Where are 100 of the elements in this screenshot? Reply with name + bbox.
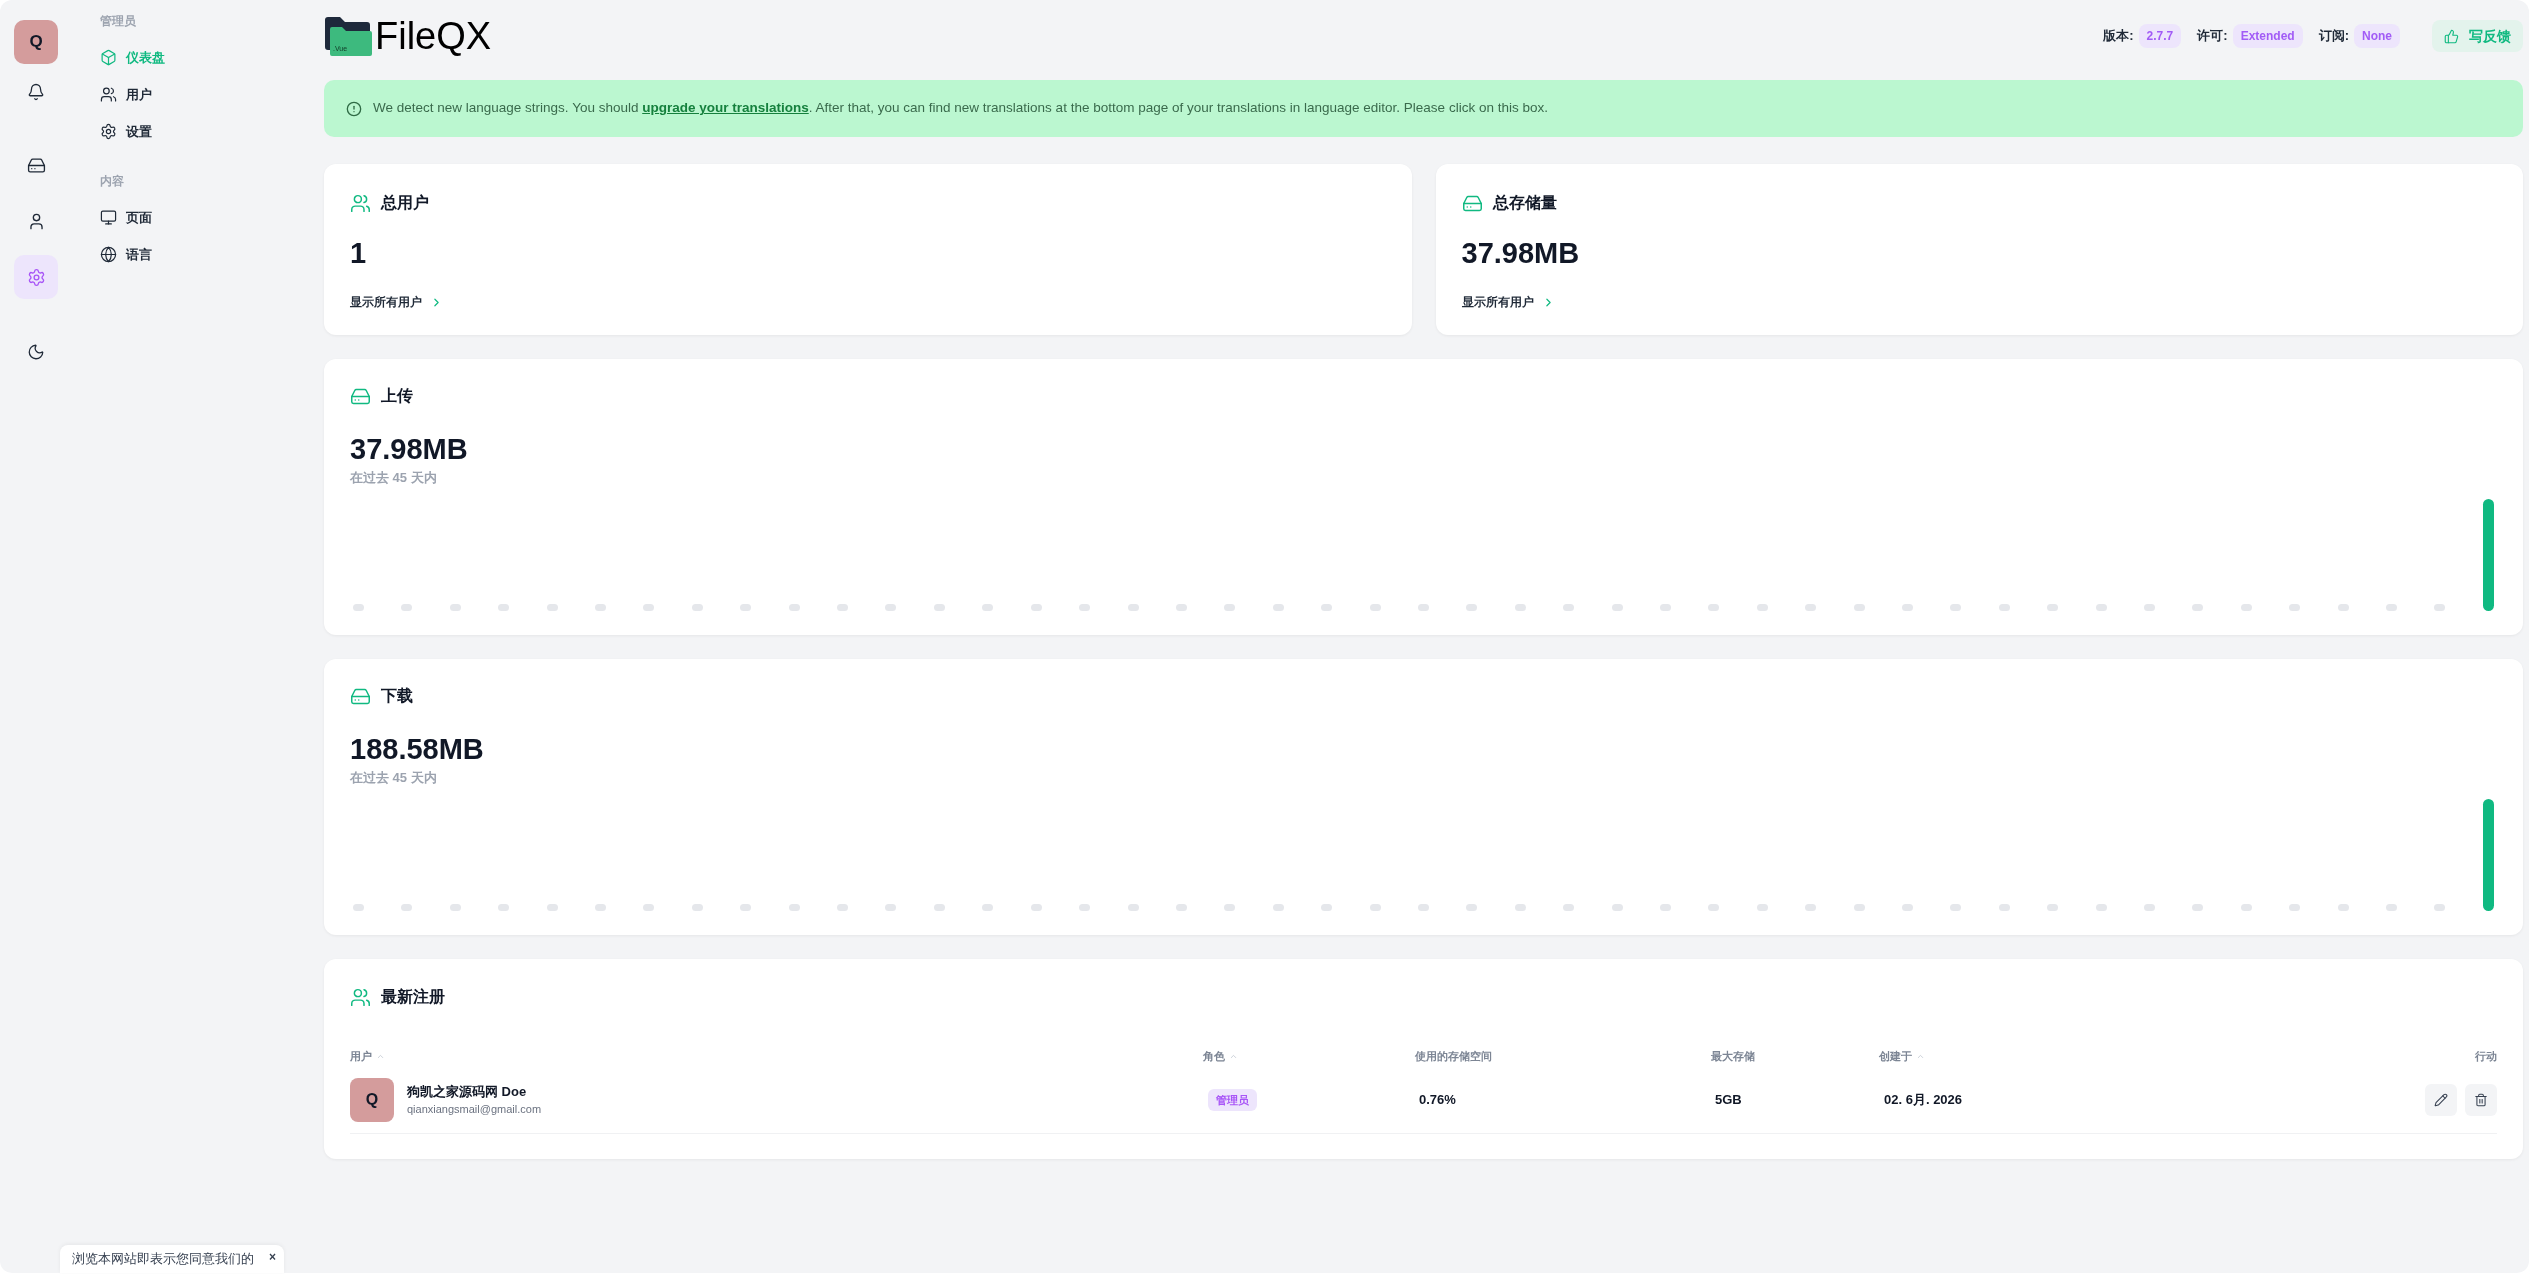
nav-item[interactable]: 语言 — [100, 236, 158, 273]
nav-item[interactable]: 设置 — [100, 113, 158, 150]
chart-bar — [1030, 904, 1042, 911]
chart-bar — [2047, 604, 2059, 611]
user-name: 狗凯之家源码网 Doe — [407, 1083, 528, 1101]
chart-bar — [1902, 604, 1913, 611]
chart-bar — [1175, 604, 1187, 611]
nav-item[interactable]: 页面 — [100, 199, 158, 236]
chart-bar — [1998, 904, 2010, 911]
period-caption: 在过去 45 天内 — [350, 469, 437, 487]
chart-bar — [353, 904, 364, 911]
upgrade-translations-link[interactable]: upgrade your translations — [642, 100, 809, 116]
chart-bar — [1659, 904, 1671, 911]
chart-bar — [933, 904, 945, 911]
edit-button[interactable] — [2425, 1084, 2457, 1116]
chart-bar — [1756, 604, 1768, 611]
chart-bar — [1321, 604, 1333, 611]
chart-bar — [353, 604, 364, 611]
nav-item[interactable]: 用户 — [100, 76, 158, 113]
chart-bar — [1902, 904, 1913, 911]
chart-bar — [449, 904, 461, 911]
chart-bar — [2144, 904, 2156, 911]
chart-bar — [546, 904, 558, 911]
chart-bar — [1514, 904, 1526, 911]
chart-bar — [2337, 904, 2349, 911]
chart-bar — [691, 604, 703, 611]
show-all-users-link[interactable]: 显示所有用户 — [1461, 293, 1555, 311]
column-header[interactable]: 用户 — [350, 1047, 385, 1065]
user-avatar: Q — [350, 1078, 394, 1122]
period-caption: 在过去 45 天内 — [350, 769, 437, 787]
chart-bar — [837, 604, 849, 611]
chart-bar — [401, 904, 413, 911]
settings-button[interactable] — [14, 255, 58, 299]
cube-icon — [100, 49, 117, 66]
chart-bar — [788, 604, 800, 611]
chart-bar — [1127, 904, 1139, 911]
chart-bar — [1030, 604, 1042, 611]
table-cell-text: 5GB — [1714, 1091, 1742, 1110]
chart-bar — [643, 604, 655, 611]
chart-bar — [691, 904, 703, 911]
card-title: 最新注册 — [381, 987, 445, 1007]
card-title: 上传 — [381, 386, 413, 406]
user-avatar[interactable]: Q — [14, 20, 58, 64]
chart-bar — [1079, 604, 1091, 611]
card-title: 下载 — [381, 686, 413, 706]
column-header[interactable]: 创建于 — [1879, 1047, 1925, 1065]
alert-message: We detect new language strings. You should upgrade your translations. After that, you can find new translations at the bottom page of your translations in language editor. Please click on this box. — [373, 99, 1548, 118]
info-label: 订阅: — [2318, 27, 2349, 46]
info-label: 许可: — [2197, 27, 2228, 46]
chart-bar — [1272, 904, 1284, 911]
close-button[interactable]: × — [269, 1250, 276, 1264]
chart-bar — [2192, 604, 2204, 611]
chart-bar — [2047, 904, 2059, 911]
info-badge: Extended — [2232, 24, 2303, 48]
chart-bar — [2434, 604, 2446, 611]
drive-icon — [26, 155, 46, 175]
chart-bar — [1466, 604, 1478, 611]
chart-bar — [1369, 604, 1381, 611]
chart-bar — [1417, 604, 1429, 611]
users-icon — [350, 192, 371, 214]
alert-banner[interactable]: We detect new language strings. You should upgrade your translations. After that, you can find new translations at the bottom page of your translations in language editor. Please click on this box. — [324, 80, 2523, 137]
transfer-value: 188.58MB — [350, 732, 484, 767]
cookie-text: 浏览本网站即表示您同意我们的 — [72, 1250, 254, 1268]
chart-bar — [1756, 904, 1768, 911]
chart-bar — [1998, 604, 2010, 611]
monitor-icon — [100, 209, 117, 226]
chart-bar — [1805, 604, 1817, 611]
chart-bar — [982, 904, 994, 911]
chart-bar — [2144, 604, 2156, 611]
info-badge: None — [2354, 24, 2400, 48]
chart-bar — [2240, 904, 2252, 911]
chart-bar — [982, 604, 994, 611]
card-title: 总存储量 — [1492, 193, 1557, 213]
chart-bar — [1805, 904, 1817, 911]
chart-bar — [1563, 904, 1575, 911]
chart-bar — [1950, 604, 1962, 611]
column-header: 最大存储 — [1711, 1048, 1755, 1064]
trash-icon — [2474, 1093, 2488, 1107]
globe-icon — [100, 246, 117, 263]
chart-bar — [1659, 604, 1671, 611]
chart-bar — [1708, 904, 1720, 911]
chart-bar — [401, 604, 413, 611]
card-title: 总用户 — [381, 193, 429, 213]
chart-bar — [1853, 604, 1865, 611]
delete-button[interactable] — [2465, 1084, 2497, 1116]
table-cell-text: 02. 6月. 2026 — [1883, 1091, 1963, 1110]
chart-bar — [2386, 904, 2398, 911]
settings-icon — [100, 123, 117, 140]
chart-bar — [1272, 604, 1284, 611]
chart-bar — [1369, 904, 1381, 911]
column-header[interactable]: 角色 — [1203, 1047, 1238, 1065]
chart-bar — [595, 604, 607, 611]
role-badge: 管理员 — [1208, 1089, 1257, 1111]
users-icon — [350, 986, 371, 1008]
show-all-users-link[interactable]: 显示所有用户 — [350, 293, 443, 311]
folder-logo-icon — [324, 16, 374, 56]
bell-icon — [27, 83, 45, 101]
chart-bar — [498, 904, 510, 911]
chart-bar — [2095, 904, 2107, 911]
user-email: qianxiangsmail@gmail.com — [407, 1102, 542, 1117]
